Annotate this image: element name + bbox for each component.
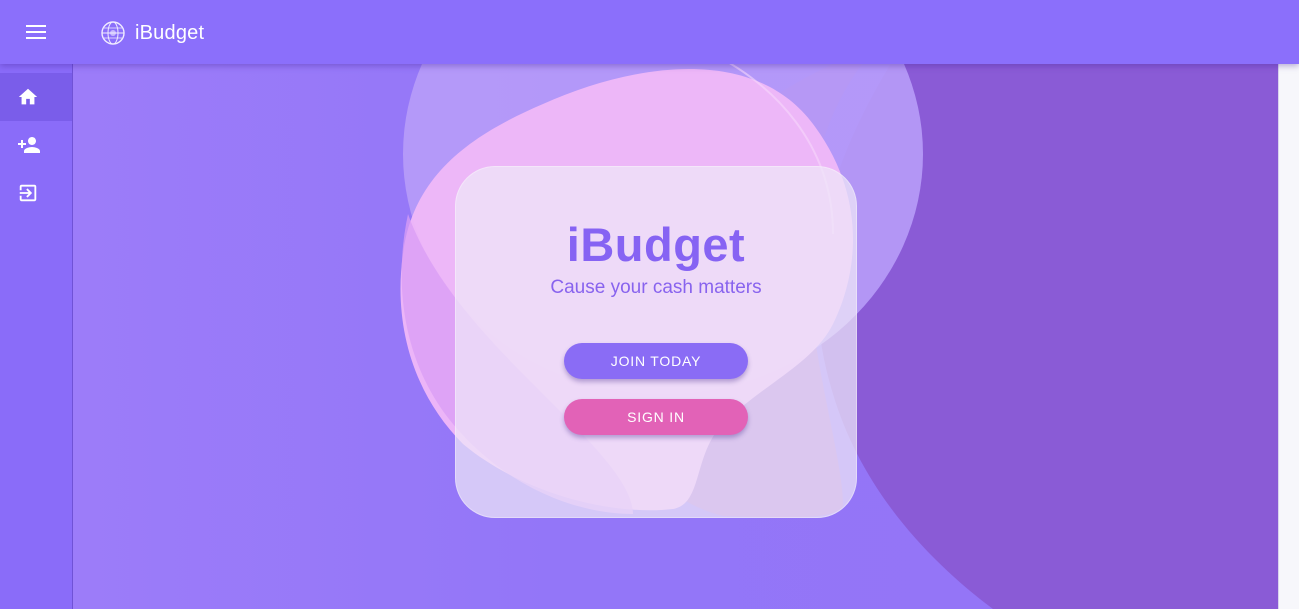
right-gutter: [1278, 64, 1299, 609]
app-title[interactable]: iBudget: [135, 20, 204, 46]
menu-icon: [26, 25, 46, 39]
hero-subtitle: Cause your cash matters: [550, 277, 762, 298]
sidebar-nav: [0, 64, 73, 609]
globe-logo-icon[interactable]: [100, 20, 126, 46]
sign-in-button[interactable]: SIGN IN: [564, 399, 748, 435]
hero-title: iBudget: [566, 218, 746, 271]
app-bar: iBudget: [0, 0, 1299, 64]
menu-button[interactable]: [18, 16, 54, 48]
person-add-icon: [18, 137, 40, 153]
home-icon: [18, 88, 38, 105]
main-content: iBudget Cause your cash matters JOIN TOD…: [73, 64, 1278, 609]
login-icon: [19, 184, 37, 202]
join-today-button[interactable]: JOIN TODAY: [564, 343, 748, 379]
sidebar-item-login[interactable]: [0, 169, 72, 217]
sidebar-item-home[interactable]: [0, 73, 72, 121]
hero-card: iBudget Cause your cash matters JOIN TOD…: [455, 166, 857, 518]
sidebar-item-register[interactable]: [0, 121, 72, 169]
